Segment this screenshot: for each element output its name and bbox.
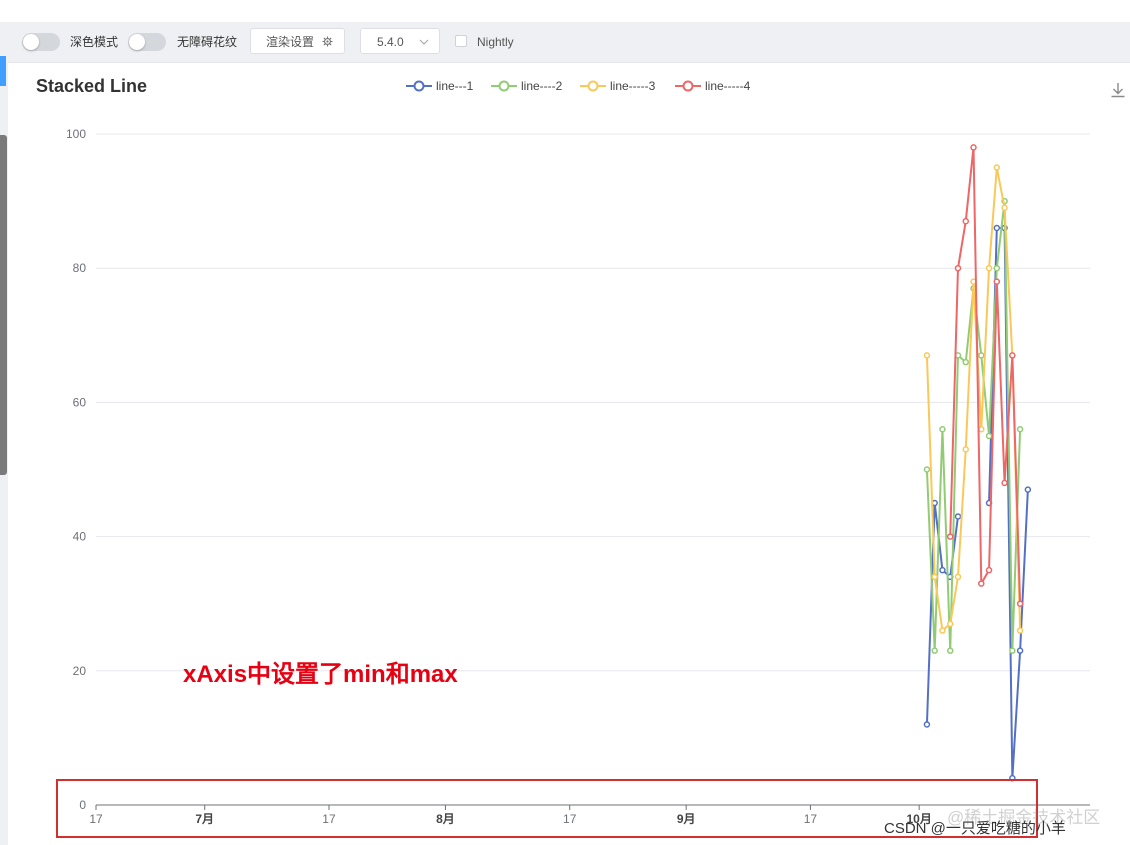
y-tick-label: 20 (73, 664, 87, 678)
data-point (985, 566, 993, 574)
data-point (946, 647, 954, 654)
data-point (939, 566, 946, 574)
data-point (962, 446, 969, 453)
data-point (923, 352, 931, 359)
data-point (962, 217, 969, 225)
data-point (1016, 425, 1024, 433)
annotation-text: xAxis中设置了min和max (183, 661, 458, 688)
data-point (962, 358, 969, 366)
data-point (923, 721, 931, 728)
data-point (970, 144, 977, 151)
data-point (993, 264, 1001, 272)
data-point (931, 573, 938, 581)
y-tick-label: 100 (66, 127, 86, 141)
data-point (939, 425, 946, 433)
data-point (1016, 600, 1024, 607)
data-point (993, 164, 1001, 171)
data-point (985, 432, 993, 440)
data-point (1009, 647, 1016, 654)
data-point (923, 466, 931, 473)
line-chart: 02040608010017 7月 17 8月 17 9月 17 10月 (66, 127, 1090, 826)
data-point (954, 513, 962, 520)
y-tick-label: 60 (73, 395, 87, 409)
data-point (954, 264, 962, 272)
data-point (1009, 352, 1016, 359)
data-point (946, 620, 954, 628)
data-point (946, 533, 954, 540)
data-point (1001, 479, 1008, 487)
data-point (954, 573, 962, 581)
data-point (1016, 647, 1024, 654)
data-point (1016, 627, 1024, 634)
data-point (985, 264, 993, 272)
data-point (978, 352, 985, 359)
data-point (993, 224, 1001, 232)
data-point (1024, 486, 1032, 493)
y-tick-label: 40 (73, 530, 87, 544)
data-point (931, 647, 938, 654)
data-point (1001, 204, 1008, 212)
credit-text: CSDN @一只爱吃糖的小羊 (884, 820, 1066, 837)
y-tick-label: 80 (73, 261, 87, 275)
data-point (978, 580, 985, 587)
data-point (993, 278, 1001, 285)
data-point (939, 627, 946, 634)
